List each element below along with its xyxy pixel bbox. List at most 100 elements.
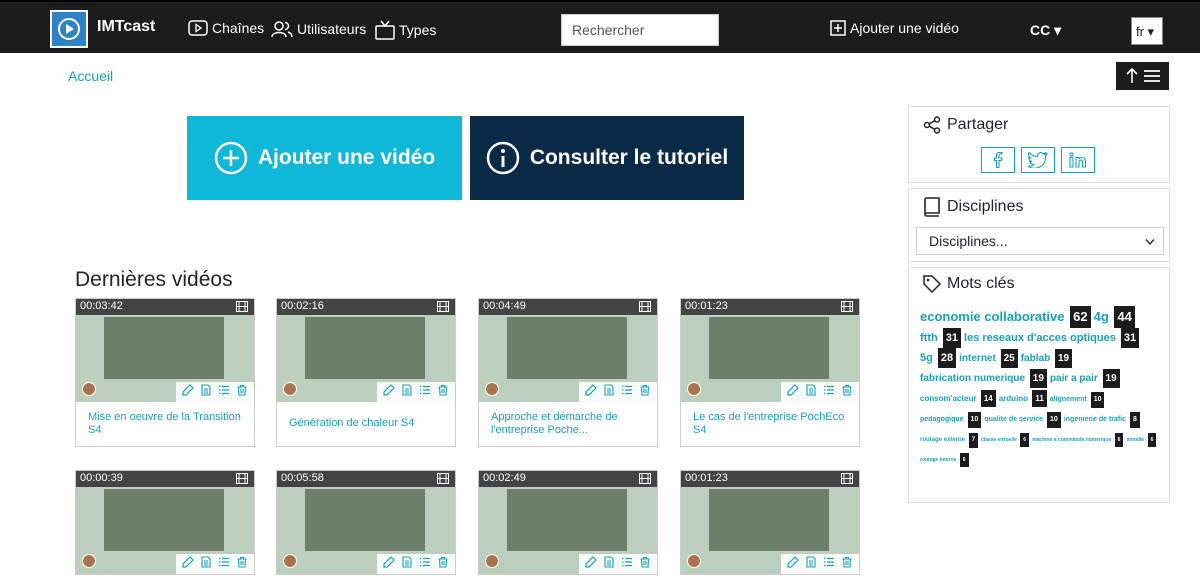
video-title-link[interactable]: Génération de chaleur S4 [289,417,414,430]
trash-icon[interactable] [236,556,248,568]
keyword-tag[interactable]: routage externe 7 [920,433,979,448]
trash-icon[interactable] [437,556,449,568]
keyword-tag[interactable]: fablab 19 [1021,349,1073,368]
edit-icon[interactable] [383,384,395,396]
keyword-tag[interactable]: alignement 10 [1050,392,1105,408]
keyword-tag[interactable]: moodle 6 [1126,433,1157,447]
keyword-count-badge: 10 [1047,412,1061,428]
list-icon[interactable] [218,384,230,396]
language-select[interactable]: fr ▾ [1131,17,1163,45]
avatar [283,554,297,568]
video-card[interactable]: 00:01:23 [680,470,860,575]
add-video-button[interactable]: Ajouter une vidéo [187,116,462,200]
edit-icon[interactable] [585,384,597,396]
video-frame [104,489,224,551]
nav-channels[interactable]: Chaînes [188,20,264,36]
trash-icon[interactable] [841,384,853,396]
keyword-tag[interactable]: routage interne 6 [920,453,969,467]
document-icon[interactable] [200,384,212,396]
video-frame [305,317,425,379]
video-thumbnail[interactable]: 00:02:49 [479,471,657,574]
facebook-share-button[interactable] [981,147,1015,173]
edit-icon[interactable] [383,556,395,568]
edit-icon[interactable] [585,556,597,568]
keyword-label: ftth [920,332,938,344]
video-title-link[interactable]: Le cas de l'entreprise PochEco S4 [693,411,847,437]
document-icon[interactable] [401,556,413,568]
video-card[interactable]: 00:05:58 [276,470,456,575]
avatar [687,382,701,396]
keyword-tag[interactable]: ingenierie de trafic 8 [1064,412,1140,428]
document-icon[interactable] [805,384,817,396]
keyword-tag[interactable]: les reseaux d'acces optiques 31 [964,328,1140,348]
linkedin-share-button[interactable] [1061,147,1095,173]
video-thumbnail[interactable]: 00:00:39 [76,471,254,574]
film-icon [639,301,651,312]
keyword-tag[interactable]: classe virtuelle 6 [981,433,1030,447]
film-icon [437,301,449,312]
list-icon[interactable] [621,556,633,568]
edit-icon[interactable] [182,384,194,396]
keyword-tag[interactable]: pedagogique 10 [920,412,982,428]
keyword-count-badge: 7 [968,433,979,448]
document-icon[interactable] [200,556,212,568]
keyword-tag[interactable]: pair a pair 19 [1050,369,1120,388]
video-title-link[interactable]: Approche et démarche de l'entreprise Poc… [491,411,645,437]
keyword-tag[interactable]: 5g 28 [920,348,957,368]
keyword-tag[interactable]: machine a commande numerique 6 [1032,433,1124,447]
keyword-tag[interactable]: consom'acteur 14 [920,390,996,407]
video-thumbnail[interactable]: 00:01:23 [681,471,859,574]
breadcrumb-home[interactable]: Accueil [68,68,113,84]
document-icon[interactable] [603,556,615,568]
document-icon[interactable] [805,556,817,568]
keyword-tag[interactable]: 4g 44 [1094,306,1135,328]
search-input[interactable]: Rechercher [561,14,719,46]
keyword-tag[interactable]: internet 25 [959,349,1018,368]
edit-icon[interactable] [787,556,799,568]
list-icon[interactable] [218,556,230,568]
keyword-tag[interactable]: fabrication numerique 19 [920,369,1047,388]
disciplines-select[interactable]: Disciplines... [916,227,1164,255]
video-title-link[interactable]: Mise en oeuvre de la Transition S4 [88,411,242,437]
nav-add-video[interactable]: Ajouter une vidéo [830,20,959,36]
video-thumbnail[interactable]: 00:03:42 [76,299,254,402]
keyword-tag[interactable]: economie collaborative 62 [920,306,1091,328]
edit-icon[interactable] [182,556,194,568]
video-thumbnail[interactable]: 00:05:58 [277,471,455,574]
video-card[interactable]: 00:01:23 Le cas de l'entreprise PochEco S… [680,298,860,447]
trash-icon[interactable] [841,556,853,568]
list-icon[interactable] [823,384,835,396]
list-icon[interactable] [419,556,431,568]
document-icon[interactable] [401,384,413,396]
edit-icon[interactable] [787,384,799,396]
document-icon[interactable] [603,384,615,396]
keyword-tag[interactable]: arduino 11 [999,390,1047,407]
trash-icon[interactable] [236,384,248,396]
trash-icon[interactable] [639,384,651,396]
video-card[interactable]: 00:02:16 Génération de chaleur S4 [276,298,456,447]
list-icon[interactable] [823,556,835,568]
imtcast-logo[interactable] [50,10,88,48]
cc-dropdown[interactable]: CC ▾ [1030,22,1061,39]
video-card[interactable]: 00:00:39 [75,470,255,575]
keyword-label: 4g [1093,309,1109,324]
nav-users[interactable]: Utilisateurs [271,20,366,38]
twitter-share-button[interactable] [1021,147,1055,173]
list-icon[interactable] [419,384,431,396]
video-thumbnail[interactable]: 00:02:16 [277,299,455,402]
nav-types[interactable]: Types [375,20,436,40]
video-thumbnail[interactable]: 00:01:23 [681,299,859,402]
keyword-label: economie collaborative [920,309,1065,324]
video-card[interactable]: 00:04:49 Approche et démarche de l'entrep… [478,298,658,447]
sidebar-toggle-button[interactable] [1116,62,1169,90]
brand-name[interactable]: IMTcast [97,18,155,36]
keyword-tag[interactable]: ftth 31 [920,328,962,348]
video-card[interactable]: 00:03:42 Mise en oeuvre de la Transition … [75,298,255,447]
trash-icon[interactable] [437,384,449,396]
video-thumbnail[interactable]: 00:04:49 [479,299,657,402]
video-card[interactable]: 00:02:49 [478,470,658,575]
tutorial-button[interactable]: Consulter le tutoriel [470,116,744,200]
list-icon[interactable] [621,384,633,396]
trash-icon[interactable] [639,556,651,568]
keyword-tag[interactable]: qualite de service 10 [984,412,1061,428]
